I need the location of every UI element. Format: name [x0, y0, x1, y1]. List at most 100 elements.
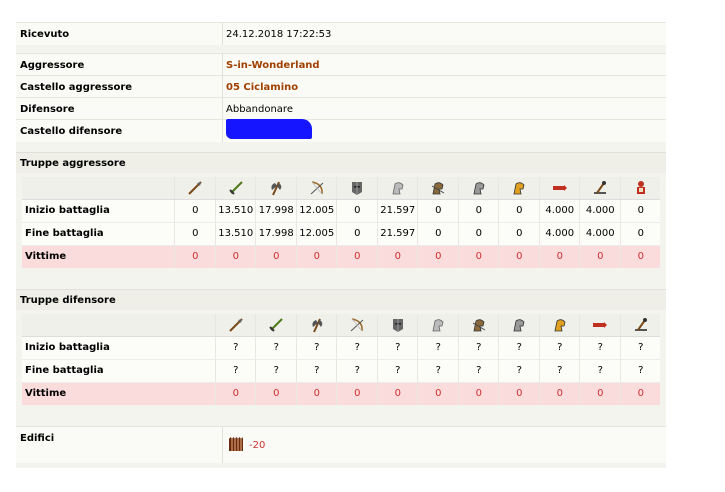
troop-count-cell: 0: [255, 246, 297, 268]
troop-count-cell: 0: [376, 246, 419, 268]
attacker-troops-title: Truppe aggressore: [20, 158, 126, 169]
troop-count-cell: 0: [619, 383, 662, 405]
heavy-cavalry-icon[interactable]: [538, 314, 581, 336]
column-divider: [222, 54, 223, 76]
troop-count-cell: ?: [376, 360, 419, 382]
troop-count-cell: 0: [457, 200, 500, 222]
defender-troops-header: Truppe difensore: [16, 289, 666, 310]
troop-count-cell: 0: [214, 246, 257, 268]
troop-count-cell: ?: [214, 360, 257, 382]
attacker-row-end: Fine battaglia 0 13.510 17.998 12.005 0 21.597…: [22, 223, 660, 246]
archer-icon[interactable]: [336, 314, 378, 336]
troop-count-cell: 0: [417, 246, 459, 268]
troop-count-cell: ?: [214, 337, 257, 359]
catapult-icon[interactable]: [579, 177, 621, 199]
troop-count-cell: 0: [336, 223, 378, 245]
troop-count-cell: ?: [417, 337, 459, 359]
troop-count-cell: 0: [214, 383, 257, 405]
heavy-cavalry-icon[interactable]: [498, 177, 540, 199]
troop-count-cell: 0: [538, 246, 581, 268]
troop-count-cell: 0: [498, 383, 540, 405]
troop-count-cell: ?: [579, 360, 621, 382]
attacker-castle-link[interactable]: 05 Ciclamino: [226, 82, 298, 93]
battle-report-panel: Ricevuto 24.12.2018 17:22:53 Aggressore …: [16, 22, 666, 468]
troop-count-cell: ?: [538, 337, 581, 359]
troop-count-cell: 4.000: [579, 223, 621, 245]
scout-rider-icon[interactable]: [376, 177, 419, 199]
defender-row: Difensore Abbandonare: [16, 97, 666, 120]
troop-count-cell: ?: [417, 360, 459, 382]
defender-castle-row: Castello difensore: [16, 119, 666, 142]
defender-unit-header-row: [22, 314, 660, 337]
mounted-archer-icon[interactable]: [498, 314, 540, 336]
troop-count-cell: 0: [174, 246, 216, 268]
troop-count-cell: 0: [295, 383, 338, 405]
buildings-change: -20: [249, 440, 266, 451]
troop-count-cell: 13.510: [214, 223, 257, 245]
troop-count-cell: 0: [498, 200, 540, 222]
troop-count-cell: 0: [336, 383, 378, 405]
ram-icon[interactable]: [579, 314, 621, 336]
swordsman-icon[interactable]: [255, 314, 297, 336]
attacker-castle-label: Castello aggressore: [20, 82, 133, 93]
troop-count-cell: 0: [457, 223, 500, 245]
ram-icon[interactable]: [538, 177, 581, 199]
column-divider: [222, 427, 223, 463]
troop-count-cell: 0: [255, 383, 297, 405]
heavy-knight-helmet-icon[interactable]: [336, 177, 378, 199]
row-label: Vittime: [25, 251, 67, 262]
column-divider: [222, 98, 223, 120]
troop-count-cell: 4.000: [538, 200, 581, 222]
redaction-mark: [226, 119, 312, 139]
troop-count-cell: 0: [336, 200, 378, 222]
troop-count-cell: 0: [457, 246, 500, 268]
troop-count-cell: 21.597: [376, 223, 419, 245]
attacker-row-start: Inizio battaglia 0 13.510 17.998 12.005 0 21.5…: [22, 200, 660, 223]
light-cavalry-icon[interactable]: [457, 314, 500, 336]
spearman-icon[interactable]: [214, 314, 257, 336]
row-label: Vittime: [25, 388, 67, 399]
troop-count-cell: ?: [295, 337, 338, 359]
row-label: Fine battaglia: [25, 228, 104, 239]
troop-count-cell: 0: [376, 383, 419, 405]
troop-count-cell: 0: [417, 223, 459, 245]
spearman-icon[interactable]: [174, 177, 216, 199]
troop-count-cell: ?: [336, 360, 378, 382]
column-divider: [222, 23, 223, 45]
troop-count-cell: 12.005: [295, 200, 338, 222]
defender-castle-label: Castello difensore: [20, 126, 123, 137]
light-cavalry-icon[interactable]: [417, 177, 459, 199]
attacker-row: Aggressore S-in-Wonderland: [16, 53, 666, 76]
attacker-link[interactable]: S-in-Wonderland: [226, 60, 320, 71]
archer-icon[interactable]: [295, 177, 338, 199]
troop-count-cell: ?: [255, 337, 297, 359]
axeman-icon[interactable]: [255, 177, 297, 199]
scout-rider-icon[interactable]: [417, 314, 459, 336]
troop-count-cell: 0: [619, 223, 662, 245]
received-value: 24.12.2018 17:22:53: [226, 29, 332, 40]
defender-value: Abbandonare: [226, 104, 293, 115]
heavy-knight-helmet-icon[interactable]: [376, 314, 419, 336]
troop-count-cell: ?: [579, 337, 621, 359]
troop-count-cell: ?: [538, 360, 581, 382]
catapult-icon[interactable]: [619, 314, 662, 336]
defender-row-end: Fine battaglia???????????: [22, 360, 660, 383]
troop-count-cell: 12.005: [295, 223, 338, 245]
troop-count-cell: 0: [619, 246, 662, 268]
defender-label: Difensore: [20, 104, 75, 115]
troop-count-cell: 0: [498, 223, 540, 245]
column-divider: [222, 76, 223, 98]
troop-count-cell: ?: [457, 360, 500, 382]
received-row: Ricevuto 24.12.2018 17:22:53: [16, 22, 666, 45]
troop-count-cell: 0: [457, 383, 500, 405]
defender-troops-title: Truppe difensore: [20, 295, 116, 306]
attacker-castle-row: Castello aggressore 05 Ciclamino: [16, 75, 666, 98]
paladin-icon[interactable]: [619, 177, 662, 199]
axeman-icon[interactable]: [295, 314, 338, 336]
troop-count-cell: ?: [336, 337, 378, 359]
defender-troops-table: Inizio battaglia??????????? Fine battagli…: [22, 314, 660, 406]
attacker-row-losses: Vittime 0 0 0 0 0 0 0 0 0 0 0 0: [22, 246, 660, 268]
swordsman-icon[interactable]: [214, 177, 257, 199]
mounted-archer-icon[interactable]: [457, 177, 500, 199]
troop-count-cell: ?: [619, 360, 662, 382]
